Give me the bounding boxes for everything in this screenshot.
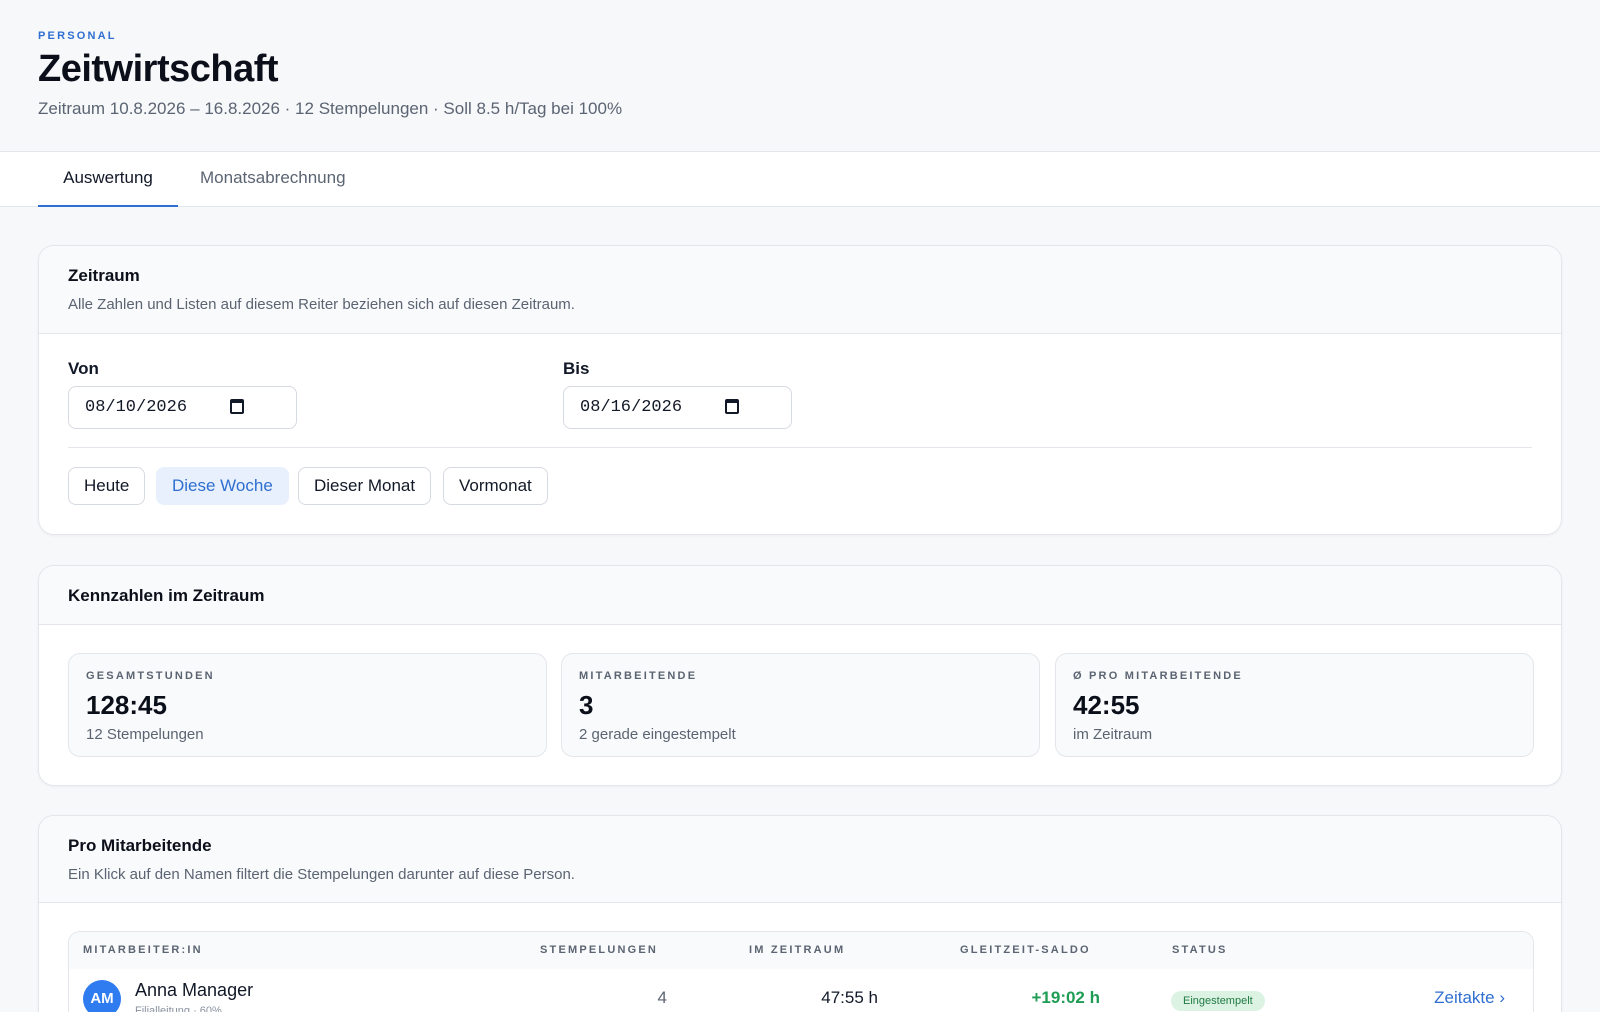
column-header-im-zeitraum[interactable]: IM ZEITRAUM [749,944,845,956]
status-badge: Eingestempelt [1171,991,1265,1011]
kpi-label: GESAMTSTUNDEN [86,670,215,682]
bis-date-input[interactable]: 08/16/2026 [563,386,792,429]
kpi-value: 42:55 [1073,690,1140,720]
kpi-pro-mitarbeitende: Ø PRO MITARBEITENDE 42:55 im Zeitraum [1055,653,1534,757]
kpi-value: 3 [579,690,594,720]
calendar-icon[interactable] [725,399,739,414]
kpi-label: Ø PRO MITARBEITENDE [1073,670,1243,682]
kennzahlen-card: Kennzahlen im Zeitraum GESAMTSTUNDEN 128… [38,565,1562,786]
kpi-label: MITARBEITENDE [579,670,698,682]
von-date-input[interactable]: 08/10/2026 [68,386,297,429]
zeitraum-description: Alle Zahlen und Listen auf diesem Reiter… [68,296,575,313]
zeitraum-card: Zeitraum Alle Zahlen und Listen auf dies… [38,245,1562,535]
tab-monatsabrechnung[interactable]: Monatsabrechnung [200,152,346,207]
kpi-gesamtstunden: GESAMTSTUNDEN 128:45 12 Stempelungen [68,653,547,757]
mitarbeitende-card-header: Pro Mitarbeitende Ein Klick auf den Name… [39,816,1561,903]
cell-stempelungen: 4 [657,988,667,1007]
zeitakte-link[interactable]: Zeitakte › [1434,988,1505,1008]
column-header-gleitzeit-saldo[interactable]: GLEITZEIT-SALDO [960,944,1091,956]
bis-date-value: 08/16/2026 [580,398,683,417]
employee-name-link[interactable]: Anna Manager [135,980,253,1001]
page-title: Zeitwirtschaft [38,48,279,90]
von-date-value: 08/10/2026 [85,398,188,417]
tab-bar: Auswertung Monatsabrechnung [0,151,1600,207]
column-header-status[interactable]: STATUS [1172,944,1228,956]
mitarbeitende-description: Ein Klick auf den Namen filtert die Stem… [68,866,575,883]
avatar: AM [83,980,121,1012]
page-header: PERSONAL Zeitwirtschaft Zeitraum 10.8.20… [0,0,1600,151]
kpi-value: 128:45 [86,690,167,720]
mitarbeitende-title: Pro Mitarbeitende [68,836,212,855]
table-header: MITARBEITER:IN STEMPELUNGEN IM ZEITRAUM … [69,932,1533,969]
mitarbeitende-table: MITARBEITER:IN STEMPELUNGEN IM ZEITRAUM … [68,931,1534,1012]
tab-auswertung[interactable]: Auswertung [38,152,178,207]
employee-role: Filialleitung · 60% [135,1005,222,1012]
preset-vormonat-button[interactable]: Vormonat [443,467,548,505]
preset-heute-button[interactable]: Heute [68,467,146,505]
divider [68,447,1532,448]
kennzahlen-title: Kennzahlen im Zeitraum [68,586,265,605]
zeitraum-card-header: Zeitraum Alle Zahlen und Listen auf dies… [39,246,1561,334]
page-subtitle: Zeitraum 10.8.2026 – 16.8.2026 · 12 Stem… [38,99,623,118]
column-header-stempelungen[interactable]: STEMPELUNGEN [540,944,658,956]
kpi-sub: im Zeitraum [1073,726,1153,743]
kpi-sub: 2 gerade eingestempelt [579,726,736,743]
cell-gleitzeit-saldo: +19:02 h [1031,988,1100,1007]
kennzahlen-card-header: Kennzahlen im Zeitraum [39,566,1561,625]
kpi-mitarbeitende: MITARBEITENDE 3 2 gerade eingestempelt [561,653,1040,757]
page-eyebrow: PERSONAL [38,30,117,42]
table-row: AM Anna Manager Filialleitung · 60% 4 47… [69,969,1533,1012]
von-label: Von [68,359,99,378]
bis-label: Bis [563,359,590,378]
zeitraum-title: Zeitraum [68,266,140,285]
preset-dieser-monat-button[interactable]: Dieser Monat [298,467,432,505]
calendar-icon[interactable] [230,399,244,414]
kpi-sub: 12 Stempelungen [86,726,204,743]
mitarbeitende-card: Pro Mitarbeitende Ein Klick auf den Name… [38,815,1562,1012]
preset-diese-woche-button[interactable]: Diese Woche [156,467,289,505]
cell-im-zeitraum: 47:55 h [821,988,878,1007]
column-header-mitarbeiter[interactable]: MITARBEITER:IN [83,944,203,956]
